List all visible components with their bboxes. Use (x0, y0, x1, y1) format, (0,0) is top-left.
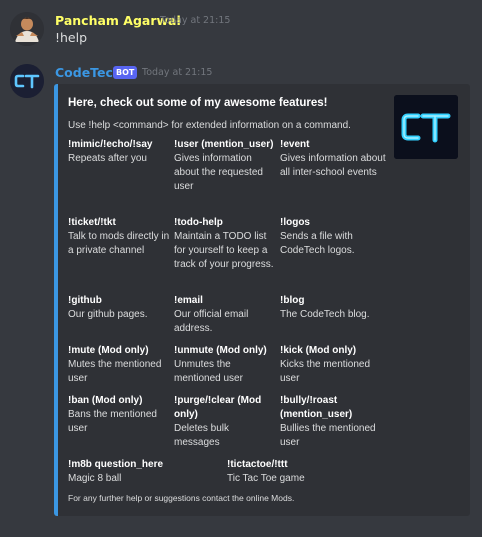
message-timestamp: Today at 21:15 (160, 15, 231, 26)
field-value: Magic 8 ball (68, 473, 122, 484)
embed-description: Use !help <command> for extended informa… (68, 120, 351, 131)
field-value: Mutes the mentioned user (68, 359, 162, 384)
message-timestamp: Today at 21:15 (142, 67, 213, 78)
bot-avatar[interactable] (10, 64, 44, 98)
field-value: Sends a file with CodeTech logos. (280, 231, 355, 256)
field-value: Our github pages. (68, 309, 148, 320)
field-name: !purge/!clear (Mod only) (174, 395, 262, 420)
field-kick: !kick (Mod only) Kicks the mentioned use… (280, 344, 384, 386)
field-name: !todo-help (174, 217, 223, 228)
field-value: Bans the mentioned user (68, 409, 157, 434)
field-value: Tic Tac Toe game (227, 473, 305, 484)
field-event: !event Gives information about all inter… (280, 138, 388, 180)
field-m8b: !m8b question_here Magic 8 ball (68, 458, 228, 486)
user-avatar[interactable] (10, 12, 44, 46)
field-name: !github (68, 295, 102, 306)
bot-tag: BOT (113, 66, 138, 79)
embed-title: Here, check out some of my awesome featu… (68, 97, 328, 109)
field-name: !event (280, 139, 310, 150)
field-value: Unmutes the mentioned user (174, 359, 243, 384)
field-email: !email Our official email address. (174, 294, 270, 336)
field-name: !ticket/!tkt (68, 217, 116, 228)
field-name: !mimic/!echo/!say (68, 139, 153, 150)
field-value: The CodeTech blog. (280, 309, 370, 320)
field-value: Gives information about the requested us… (174, 153, 263, 192)
field-purge: !purge/!clear (Mod only) Deletes bulk me… (174, 394, 274, 450)
embed-footer: For any further help or suggestions cont… (68, 493, 295, 503)
field-name: !m8b question_here (68, 459, 164, 470)
field-logos: !logos Sends a file with CodeTech logos. (280, 216, 380, 258)
field-name: !unmute (Mod only) (174, 345, 267, 356)
field-bully: !bully/!roast (mention_user) Bullies the… (280, 394, 376, 450)
help-embed: Here, check out some of my awesome featu… (54, 84, 470, 516)
field-user: !user (mention_user) Gives information a… (174, 138, 274, 194)
field-name: !logos (280, 217, 310, 228)
field-name: !blog (280, 295, 305, 306)
field-name: !email (174, 295, 203, 306)
field-value: Kicks the mentioned user (280, 359, 371, 384)
field-name: !bully/!roast (mention_user) (280, 395, 353, 420)
field-mimic: !mimic/!echo/!say Repeats after you (68, 138, 176, 166)
field-name: !tictactoe/!ttt (227, 459, 288, 470)
field-value: Talk to mods directly in a private chann… (68, 231, 170, 256)
field-blog: !blog The CodeTech blog. (280, 294, 388, 322)
field-tictactoe: !tictactoe/!ttt Tic Tac Toe game (227, 458, 387, 486)
field-value: Gives information about all inter-school… (280, 153, 386, 178)
field-ban: !ban (Mod only) Bans the mentioned user (68, 394, 168, 436)
field-mute: !mute (Mod only) Mutes the mentioned use… (68, 344, 172, 386)
field-name: !ban (Mod only) (68, 395, 143, 406)
codetech-logo-thumbnail[interactable] (394, 95, 458, 159)
field-github: !github Our github pages. (68, 294, 176, 322)
field-value: Bullies the mentioned user (280, 423, 376, 448)
field-ticket: !ticket/!tkt Talk to mods directly in a … (68, 216, 172, 258)
field-value: Repeats after you (68, 153, 147, 164)
field-name: !kick (Mod only) (280, 345, 357, 356)
field-value: Our official email address. (174, 309, 249, 334)
message-content: !help (55, 30, 88, 45)
field-todo: !todo-help Maintain a TODO list for your… (174, 216, 278, 272)
field-name: !mute (Mod only) (68, 345, 149, 356)
bot-name[interactable]: CodeTech (55, 65, 122, 80)
field-value: Deletes bulk messages (174, 423, 230, 448)
field-value: Maintain a TODO list for yourself to kee… (174, 231, 274, 270)
field-unmute: !unmute (Mod only) Unmutes the mentioned… (174, 344, 278, 386)
field-name: !user (mention_user) (174, 139, 274, 150)
